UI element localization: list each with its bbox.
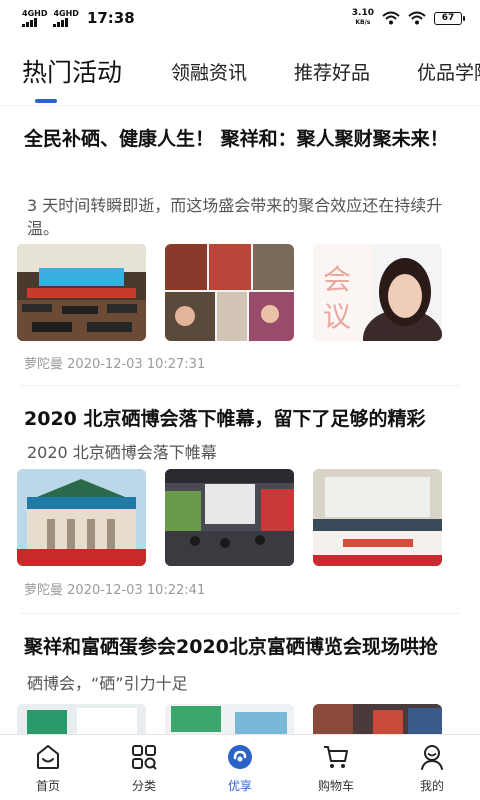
signal-icon (53, 17, 69, 27)
nav-home[interactable]: 首页 (0, 743, 96, 794)
article-author: 萝陀曼 (24, 357, 64, 372)
wifi-icon (382, 11, 400, 25)
article-images (17, 704, 447, 734)
article-author: 萝陀曼 (24, 583, 64, 598)
article-title[interactable]: 2020 北京硒博会落下帷幕，留下了足够的精彩 (24, 403, 454, 436)
exhibition-building-photo[interactable] (17, 469, 146, 566)
crowd-photo[interactable] (313, 704, 442, 734)
status-bar: 4GHD 4GHD 17:38 3.10 KB/s 67 (0, 0, 480, 36)
article-images: 会 议 (17, 244, 447, 342)
booth-display-photo[interactable] (165, 704, 294, 734)
tab-hot-activities[interactable]: 热门活动 (22, 48, 122, 98)
article-datetime: 2020-12-03 10:22:41 (67, 583, 206, 598)
article-card[interactable]: 聚祥和富硒蛋参会2020北京富硒博览会现场哄抢 硒博会，“硒”引力十足 (0, 616, 480, 734)
active-tab-indicator (35, 99, 57, 103)
nav-cart-label: 购物车 (317, 779, 354, 793)
tab-lingrong-news[interactable]: 领融资讯 (171, 48, 247, 98)
cart-icon (324, 746, 348, 768)
category-icon (132, 745, 157, 770)
home-icon (37, 745, 59, 769)
network-label-1: 4GHD (22, 8, 48, 18)
article-feed[interactable]: 全民补硒、健康人生！ 聚祥和：聚人聚财聚未来！ 3 天时间转瞬即逝，而这场盛会带… (0, 108, 480, 734)
bottom-navigation: 首页 分类 优享 购物车 我的 (0, 734, 480, 800)
nav-profile[interactable]: 我的 (384, 743, 480, 794)
nav-category-label: 分类 (131, 779, 156, 793)
nav-profile-label: 我的 (419, 779, 444, 793)
event-collage-photo[interactable] (165, 244, 294, 341)
network-speed-unit: KB/s (355, 19, 371, 26)
booth-photo[interactable] (17, 704, 146, 734)
nav-cart[interactable]: 购物车 (288, 743, 384, 794)
article-images (17, 469, 447, 567)
svg-text:会: 会 (323, 263, 351, 296)
profile-icon (421, 745, 443, 770)
battery-icon: 67 (434, 11, 465, 25)
svg-text:议: 议 (323, 300, 351, 333)
tabs-divider (0, 105, 480, 106)
category-tabs: 热门活动 领融资讯 推荐好品 优品学院 (0, 48, 480, 106)
article-summary: 硒博会，“硒”引力十足 (27, 674, 188, 693)
article-meta: 萝陀曼 2020-12-03 10:27:31 (24, 353, 205, 372)
nav-category[interactable]: 分类 (96, 743, 192, 794)
article-card[interactable]: 2020 北京硒博会落下帷幕，留下了足够的精彩 2020 北京硒博会落下帷幕 萝… (0, 388, 480, 616)
status-right: 3.10 KB/s 67 (352, 9, 465, 27)
network-speed-value: 3.10 (351, 8, 374, 18)
article-title[interactable]: 全民补硒、健康人生！ 聚祥和：聚人聚财聚未来！ (24, 123, 454, 156)
article-summary: 3 天时间转瞬即逝，而这场盛会带来的聚合效应还在持续升温。 (27, 196, 443, 238)
exhibition-hall-photo[interactable] (165, 469, 294, 566)
status-left: 4GHD 4GHD 17:38 (22, 9, 135, 27)
nav-youxiang[interactable]: 优享 (192, 743, 288, 794)
network-speed: 3.10 KB/s (352, 9, 374, 27)
stage-group-photo[interactable] (313, 469, 442, 566)
tab-recommended-goods[interactable]: 推荐好品 (294, 48, 370, 98)
article-datetime: 2020-12-03 10:27:31 (67, 357, 206, 372)
wifi-icon (408, 11, 426, 25)
nav-youxiang-label: 优享 (227, 779, 252, 793)
article-meta: 萝陀曼 2020-12-03 10:22:41 (24, 579, 205, 598)
article-divider (20, 613, 460, 614)
signal-icon (22, 17, 37, 27)
article-divider (20, 385, 460, 386)
youxiang-icon (228, 745, 252, 769)
conference-hall-photo[interactable] (17, 244, 146, 341)
network-indicator-2: 4GHD (53, 8, 79, 27)
network-label-2: 4GHD (53, 8, 79, 18)
article-summary: 2020 北京硒博会落下帷幕 (27, 443, 217, 462)
nav-home-label: 首页 (35, 779, 60, 793)
battery-level: 67 (441, 13, 455, 23)
article-title[interactable]: 聚祥和富硒蛋参会2020北京富硒博览会现场哄抢 (24, 631, 474, 664)
tab-youpin-academy[interactable]: 优品学院 (417, 48, 480, 98)
article-card[interactable]: 全民补硒、健康人生！ 聚祥和：聚人聚财聚未来！ 3 天时间转瞬即逝，而这场盛会带… (0, 108, 480, 388)
status-time: 17:38 (86, 9, 135, 27)
woman-portrait-photo[interactable]: 会 议 (313, 244, 442, 341)
network-indicator-1: 4GHD (22, 8, 48, 27)
